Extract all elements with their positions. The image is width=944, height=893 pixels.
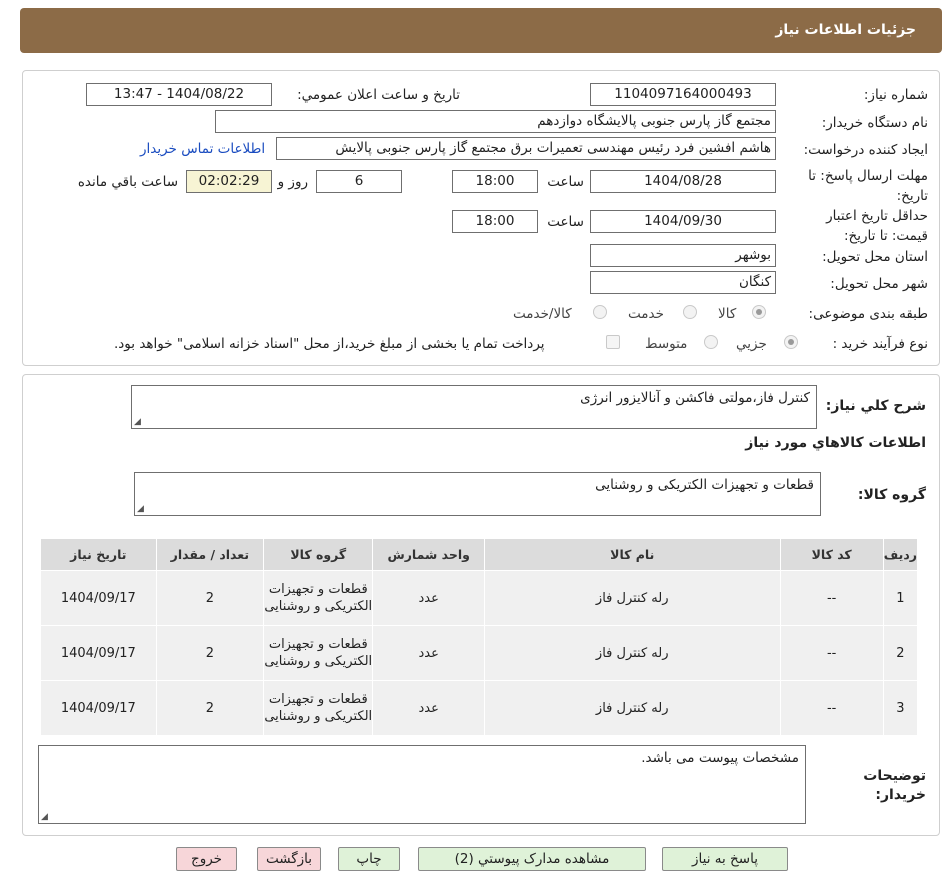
cell-item-name: رله کنترل فاز	[483, 680, 781, 736]
cell-need-date: 1404/09/17	[40, 570, 157, 626]
exit-button[interactable]: خروج	[176, 847, 237, 871]
resize-grip-icon[interactable]: ◢	[137, 504, 144, 514]
announce-datetime-field: 1404/08/22 - 13:47	[86, 83, 272, 106]
province-field: بوشهر	[590, 244, 776, 267]
col-quantity: تعداد / مقدار	[155, 538, 265, 571]
items-section-title: اطلاعات کالاهاي مورد نیاز	[745, 435, 926, 451]
requester-label: ایجاد کننده درخواست:	[803, 142, 928, 158]
cell-item-group: قطعات و تجهیزات الکتریکی و روشنایی	[263, 570, 374, 626]
city-label: شهر محل تحویل:	[830, 276, 928, 292]
reply-deadline-label: مهلت ارسال پاسخ: تا تاریخ:	[808, 168, 928, 204]
validity-time-field: 18:00	[452, 210, 538, 233]
province-label: استان محل تحویل:	[822, 249, 928, 265]
validity-time-label: ساعت	[547, 214, 584, 230]
reply-button[interactable]: پاسخ به نیاز	[662, 847, 788, 871]
page-header: جزئیات اطلاعات نیاز	[20, 8, 942, 53]
resize-grip-icon[interactable]: ◢	[41, 812, 48, 822]
summary-textarea[interactable]: کنترل فاز،مولتی فاکشن و آنالایزور انرژی …	[131, 385, 817, 429]
price-validity-label: حداقل تاریخ اعتبار قیمت: تا تاریخ:	[826, 208, 928, 244]
buyer-notes-label: توضیحات خریدار:	[863, 768, 926, 803]
print-button[interactable]: چاپ	[338, 847, 400, 871]
cell-item-code: --	[779, 625, 884, 681]
cell-item-group: قطعات و تجهیزات الکتریکی و روشنایی	[263, 625, 374, 681]
col-item-code: کد کالا	[779, 538, 884, 571]
days-field: 6	[316, 170, 402, 193]
reply-time-label: ساعت	[547, 174, 584, 190]
group-label: گروه کالا:	[857, 487, 926, 503]
cell-item-name: رله کنترل فاز	[483, 570, 781, 626]
need-number-field: 1104097164000493	[590, 83, 776, 106]
process-medium-radio[interactable]	[704, 335, 718, 349]
cell-unit: عدد	[372, 625, 485, 681]
summary-text: کنترل فاز،مولتی فاکشن و آنالایزور انرژی	[580, 390, 810, 406]
cell-need-date: 1404/09/17	[40, 625, 157, 681]
resize-grip-icon[interactable]: ◢	[134, 417, 141, 427]
cell-row-number: 2	[882, 625, 919, 681]
cell-item-code: --	[779, 570, 884, 626]
back-button[interactable]: بازگشت	[257, 847, 321, 871]
category-goods-radio[interactable]	[752, 305, 766, 319]
buyer-contact-link[interactable]: اطلاعات تماس خریدار	[140, 141, 265, 157]
city-field: کنگان	[590, 271, 776, 294]
cell-item-name: رله کنترل فاز	[483, 625, 781, 681]
cell-item-code: --	[779, 680, 884, 736]
group-text: قطعات و تجهیزات الکتریکی و روشنایی	[595, 477, 814, 493]
remaining-time-label: ساعت باقي مانده	[77, 174, 178, 190]
cell-quantity: 2	[155, 625, 265, 681]
cell-row-number: 1	[882, 570, 919, 626]
treasury-payment-note: پرداخت تمام یا بخشی از مبلغ خرید،از محل …	[114, 336, 545, 352]
cell-unit: عدد	[372, 570, 485, 626]
process-medium-label: متوسط	[645, 336, 688, 352]
treasury-payment-checkbox[interactable]	[606, 335, 620, 349]
buyer-notes-textarea[interactable]: مشخصات پیوست می باشد. ◢	[38, 745, 806, 824]
cell-need-date: 1404/09/17	[40, 680, 157, 736]
reply-time-field: 18:00	[452, 170, 538, 193]
buyer-notes-text: مشخصات پیوست می باشد.	[641, 750, 799, 766]
cell-unit: عدد	[372, 680, 485, 736]
validity-date-field: 1404/09/30	[590, 210, 776, 233]
table-header-row: ردیف کد کالا نام کالا واحد شمارش گروه کا…	[40, 538, 919, 571]
announce-label: تاریخ و ساعت اعلان عمومي:	[297, 87, 460, 103]
items-table: ردیف کد کالا نام کالا واحد شمارش گروه کا…	[40, 538, 919, 736]
col-item-group: گروه کالا	[263, 538, 374, 571]
category-label: طبقه بندی موضوعی:	[808, 306, 928, 322]
process-label: نوع فرآیند خرید :	[832, 336, 928, 352]
need-number-label: شماره نیاز:	[863, 87, 928, 103]
group-textarea[interactable]: قطعات و تجهیزات الکتریکی و روشنایی ◢	[134, 472, 821, 516]
remaining-time-field: 02:02:29	[186, 170, 272, 193]
process-small-label: جزیي	[736, 336, 767, 352]
process-small-radio[interactable]	[784, 335, 798, 349]
summary-label: شرح کلي نیاز:	[825, 398, 926, 414]
buyer-org-label: نام دستگاه خریدار:	[821, 115, 928, 131]
category-service-label: خدمت	[628, 306, 664, 322]
page-title: جزئیات اطلاعات نیاز	[775, 22, 916, 38]
buyer-org-field: مجتمع گاز پارس جنوبی پالایشگاه دوازدهم	[215, 110, 776, 133]
category-service-radio[interactable]	[683, 305, 697, 319]
table-row: 1 -- رله کنترل فاز عدد قطعات و تجهیزات ا…	[40, 570, 919, 626]
reply-date-field: 1404/08/28	[590, 170, 776, 193]
col-need-date: تاریخ نیاز	[40, 538, 157, 571]
view-attachments-button[interactable]: مشاهده مدارک پیوستي (2)	[418, 847, 646, 871]
days-label: روز و	[277, 174, 308, 190]
cell-quantity: 2	[155, 570, 265, 626]
cell-row-number: 3	[882, 680, 919, 736]
col-row-number: ردیف	[882, 538, 919, 571]
cell-item-group: قطعات و تجهیزات الکتریکی و روشنایی	[263, 680, 374, 736]
col-item-name: نام کالا	[483, 538, 781, 571]
cell-quantity: 2	[155, 680, 265, 736]
category-goods-service-radio[interactable]	[593, 305, 607, 319]
category-goods-service-label: کالا/خدمت	[513, 306, 572, 322]
category-goods-label: کالا	[718, 306, 737, 322]
table-row: 2 -- رله کنترل فاز عدد قطعات و تجهیزات ا…	[40, 625, 919, 681]
col-unit: واحد شمارش	[372, 538, 485, 571]
requester-field: هاشم افشین فرد رئیس مهندسی تعمیرات برق م…	[276, 137, 776, 160]
table-row: 3 -- رله کنترل فاز عدد قطعات و تجهیزات ا…	[40, 680, 919, 736]
